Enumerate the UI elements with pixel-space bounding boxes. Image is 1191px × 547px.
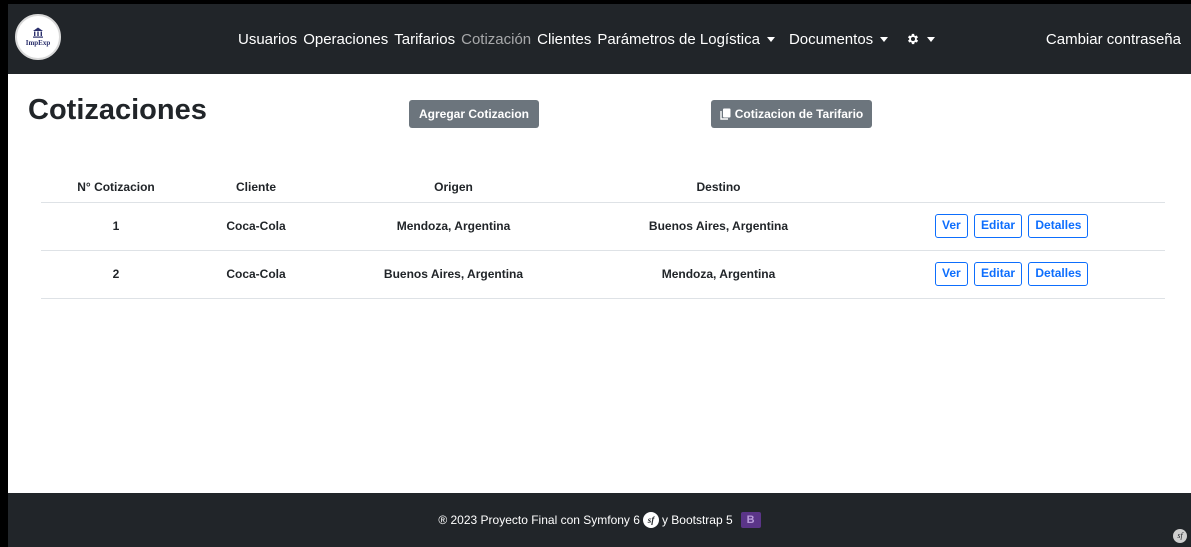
detalles-button[interactable]: Detalles	[1028, 262, 1089, 286]
col-header-destino: Destino	[586, 172, 851, 203]
footer-text-middle: y Bootstrap 5	[661, 513, 733, 527]
cell-origen: Mendoza, Argentina	[321, 202, 586, 251]
nav-settings-dropdown[interactable]	[902, 32, 943, 46]
nav-parametros-dropdown[interactable]: Parámetros de Logística	[597, 31, 783, 48]
brand-logo[interactable]: ImpExp	[15, 14, 61, 60]
nav-operaciones[interactable]: Operaciones	[303, 31, 388, 48]
nav-cotizacion[interactable]: Cotización	[461, 31, 531, 48]
editar-button[interactable]: Editar	[974, 262, 1023, 286]
nav-documentos-dropdown[interactable]: Documentos	[789, 31, 896, 48]
symfony-toolbar-icon[interactable]: sf	[1173, 529, 1187, 543]
detalles-button[interactable]: Detalles	[1028, 214, 1089, 238]
nav-tarifarios[interactable]: Tarifarios	[394, 31, 455, 48]
cotizaciones-table: N° Cotizacion Cliente Origen Destino 1 C…	[41, 172, 1165, 299]
page-title: Cotizaciones	[28, 94, 207, 126]
col-header-cliente: Cliente	[191, 172, 321, 203]
ver-button[interactable]: Ver	[935, 262, 968, 286]
cell-actions: Ver Editar Detalles	[851, 202, 1165, 251]
change-password-link[interactable]: Cambiar contraseña	[1046, 4, 1181, 74]
col-header-origen: Origen	[321, 172, 586, 203]
building-icon	[33, 27, 43, 38]
footer: ® 2023 Proyecto Final con Symfony 6 sf y…	[8, 493, 1191, 547]
table-row: 2 Coca-Cola Buenos Aires, Argentina Mend…	[41, 250, 1165, 299]
col-header-actions	[851, 172, 1165, 203]
cell-origen: Buenos Aires, Argentina	[321, 250, 586, 299]
cell-numero: 2	[41, 250, 191, 299]
footer-text-before: ® 2023 Proyecto Final con Symfony 6	[438, 513, 640, 527]
nav-links: Usuarios Operaciones Tarifarios Cotizaci…	[238, 4, 949, 74]
nav-documentos-label: Documentos	[788, 30, 874, 48]
copy-icon	[720, 108, 731, 120]
symfony-icon: sf	[642, 512, 659, 528]
editar-button[interactable]: Editar	[974, 214, 1023, 238]
cotizacion-tarifario-label: Cotizacion de Tarifario	[734, 107, 864, 121]
bootstrap-icon: B	[740, 512, 761, 528]
ver-button[interactable]: Ver	[935, 214, 968, 238]
add-cotizacion-button[interactable]: Agregar Cotizacion	[409, 100, 539, 128]
caret-down-icon	[766, 36, 775, 42]
cell-destino: Mendoza, Argentina	[586, 250, 851, 299]
cell-destino: Buenos Aires, Argentina	[586, 202, 851, 251]
cell-numero: 1	[41, 202, 191, 251]
cotizacion-tarifario-button[interactable]: Cotizacion de Tarifario	[711, 100, 872, 128]
col-header-numero: N° Cotizacion	[41, 172, 191, 203]
table-header-row: N° Cotizacion Cliente Origen Destino	[41, 172, 1165, 203]
nav-parametros-label: Parámetros de Logística	[597, 30, 760, 48]
cell-cliente: Coca-Cola	[191, 250, 321, 299]
nav-clientes[interactable]: Clientes	[537, 31, 591, 48]
navbar: ImpExp Usuarios Operaciones Tarifarios C…	[8, 4, 1191, 74]
gear-icon	[908, 33, 919, 45]
cell-cliente: Coca-Cola	[191, 202, 321, 251]
caret-down-icon	[880, 36, 889, 42]
cell-actions: Ver Editar Detalles	[851, 250, 1165, 299]
caret-down-icon	[927, 36, 936, 42]
logo-text: ImpExp	[25, 39, 51, 47]
nav-usuarios[interactable]: Usuarios	[238, 31, 297, 48]
app-frame: ImpExp Usuarios Operaciones Tarifarios C…	[8, 4, 1191, 547]
table-row: 1 Coca-Cola Mendoza, Argentina Buenos Ai…	[41, 202, 1165, 251]
